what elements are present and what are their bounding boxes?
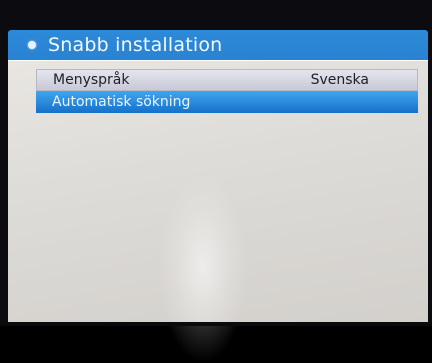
- menu-item-automatic-search[interactable]: Automatisk sökning: [36, 91, 418, 113]
- tv-screen: Snabb installation Menyspråk Svenska Aut…: [0, 0, 432, 363]
- bezel: [0, 322, 432, 326]
- bullet-dot-icon: [28, 41, 36, 49]
- menu-item-label: Menyspråk: [53, 72, 130, 88]
- screen-glare: [158, 173, 248, 363]
- menu-item-label: Automatisk sökning: [52, 94, 191, 110]
- menu-item-value: Svenska: [310, 72, 369, 88]
- page-title: Snabb installation: [48, 34, 223, 56]
- menu-item-menu-language[interactable]: Menyspråk Svenska: [36, 69, 418, 91]
- title-bar: Snabb installation: [8, 30, 428, 60]
